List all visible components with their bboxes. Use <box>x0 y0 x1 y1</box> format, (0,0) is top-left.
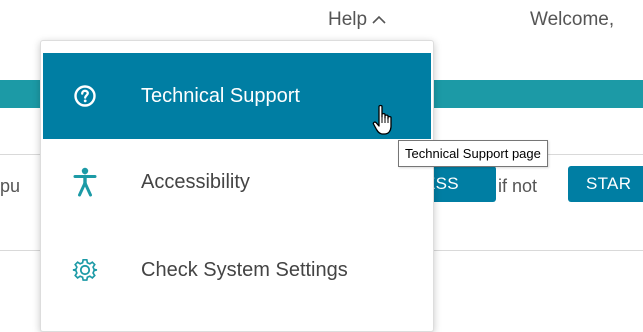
hand-pointer-cursor-icon <box>372 104 398 143</box>
question-circle-icon <box>69 84 101 108</box>
start-button[interactable]: STAR <box>568 166 643 202</box>
accessibility-person-icon <box>69 167 101 197</box>
help-dropdown-menu: Technical Support Accessibility Check Sy… <box>40 40 434 332</box>
menu-item-label: Technical Support <box>141 84 300 107</box>
help-menu-toggle[interactable]: Help <box>328 0 387 40</box>
welcome-message: Welcome, <box>530 9 615 30</box>
menu-item-check-system-settings[interactable]: Check System Settings <box>43 227 431 313</box>
help-label: Help <box>328 9 368 30</box>
menu-item-label: Check System Settings <box>141 258 348 281</box>
gear-icon <box>69 257 101 283</box>
start-button-label: STAR <box>586 174 632 193</box>
menu-item-label: Accessibility <box>141 170 250 193</box>
instruction-text-start: pu <box>0 175 21 196</box>
menu-item-accessibility[interactable]: Accessibility <box>43 139 431 225</box>
instruction-text-middle: if not <box>498 175 538 196</box>
chevron-up-icon <box>371 14 387 26</box>
tooltip: Technical Support page <box>398 140 548 167</box>
